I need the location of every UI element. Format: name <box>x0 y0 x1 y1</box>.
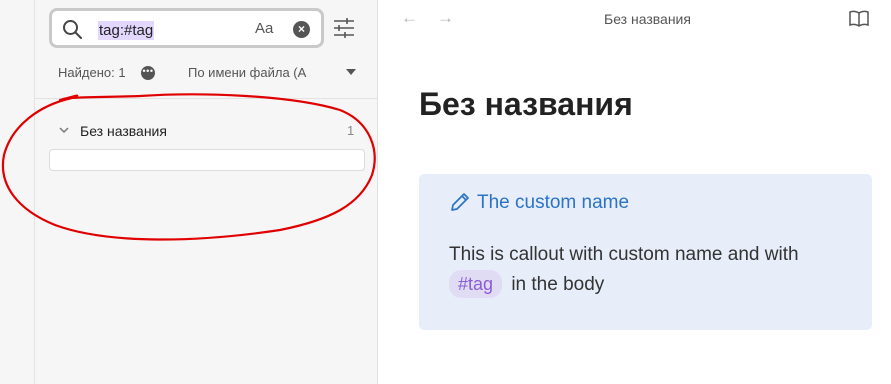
callout-text-end: in the body <box>511 274 605 295</box>
search-result-file[interactable]: Без названия 1 <box>58 122 358 142</box>
chevron-down-icon[interactable] <box>58 124 70 136</box>
result-file-title[interactable]: Без названия <box>80 123 167 139</box>
note-title[interactable]: Без названия <box>419 86 633 123</box>
search-sidebar: tag:#tag Aa × Найдено: 1 ••• По имени фа… <box>35 0 378 384</box>
search-icon <box>63 20 82 39</box>
chevron-down-icon[interactable] <box>346 69 356 75</box>
tag-pill[interactable]: #tag <box>449 270 503 298</box>
clear-icon[interactable]: × <box>293 21 310 38</box>
sort-dropdown[interactable]: По имени файла (А <box>188 65 306 80</box>
view-header: ← → Без названия <box>379 0 891 38</box>
callout-title: The custom name <box>477 192 630 213</box>
callout-body: This is callout with custom name and wit… <box>449 240 849 300</box>
result-match-snippet[interactable] <box>49 149 365 171</box>
more-icon[interactable]: ••• <box>141 66 155 80</box>
result-match-count: 1 <box>347 123 355 138</box>
divider <box>35 98 378 99</box>
back-button[interactable]: ← <box>401 8 418 28</box>
ribbon <box>0 0 35 384</box>
view-header-title[interactable]: Без названия <box>604 11 691 27</box>
search-settings-icon[interactable] <box>333 17 355 39</box>
reading-mode-icon[interactable] <box>849 9 869 27</box>
callout[interactable]: The custom name This is callout with cus… <box>419 174 872 330</box>
search-input[interactable]: tag:#tag Aa × <box>49 8 324 48</box>
pencil-icon <box>451 193 469 211</box>
search-meta: Найдено: 1 ••• По имени файла (А <box>58 65 363 83</box>
match-case-button[interactable]: Aa <box>255 20 273 37</box>
callout-text: This is callout with custom name and wit… <box>449 244 799 265</box>
search-query[interactable]: tag:#tag <box>98 21 155 40</box>
found-count: Найдено: 1 <box>58 65 126 80</box>
forward-button[interactable]: → <box>437 8 454 28</box>
